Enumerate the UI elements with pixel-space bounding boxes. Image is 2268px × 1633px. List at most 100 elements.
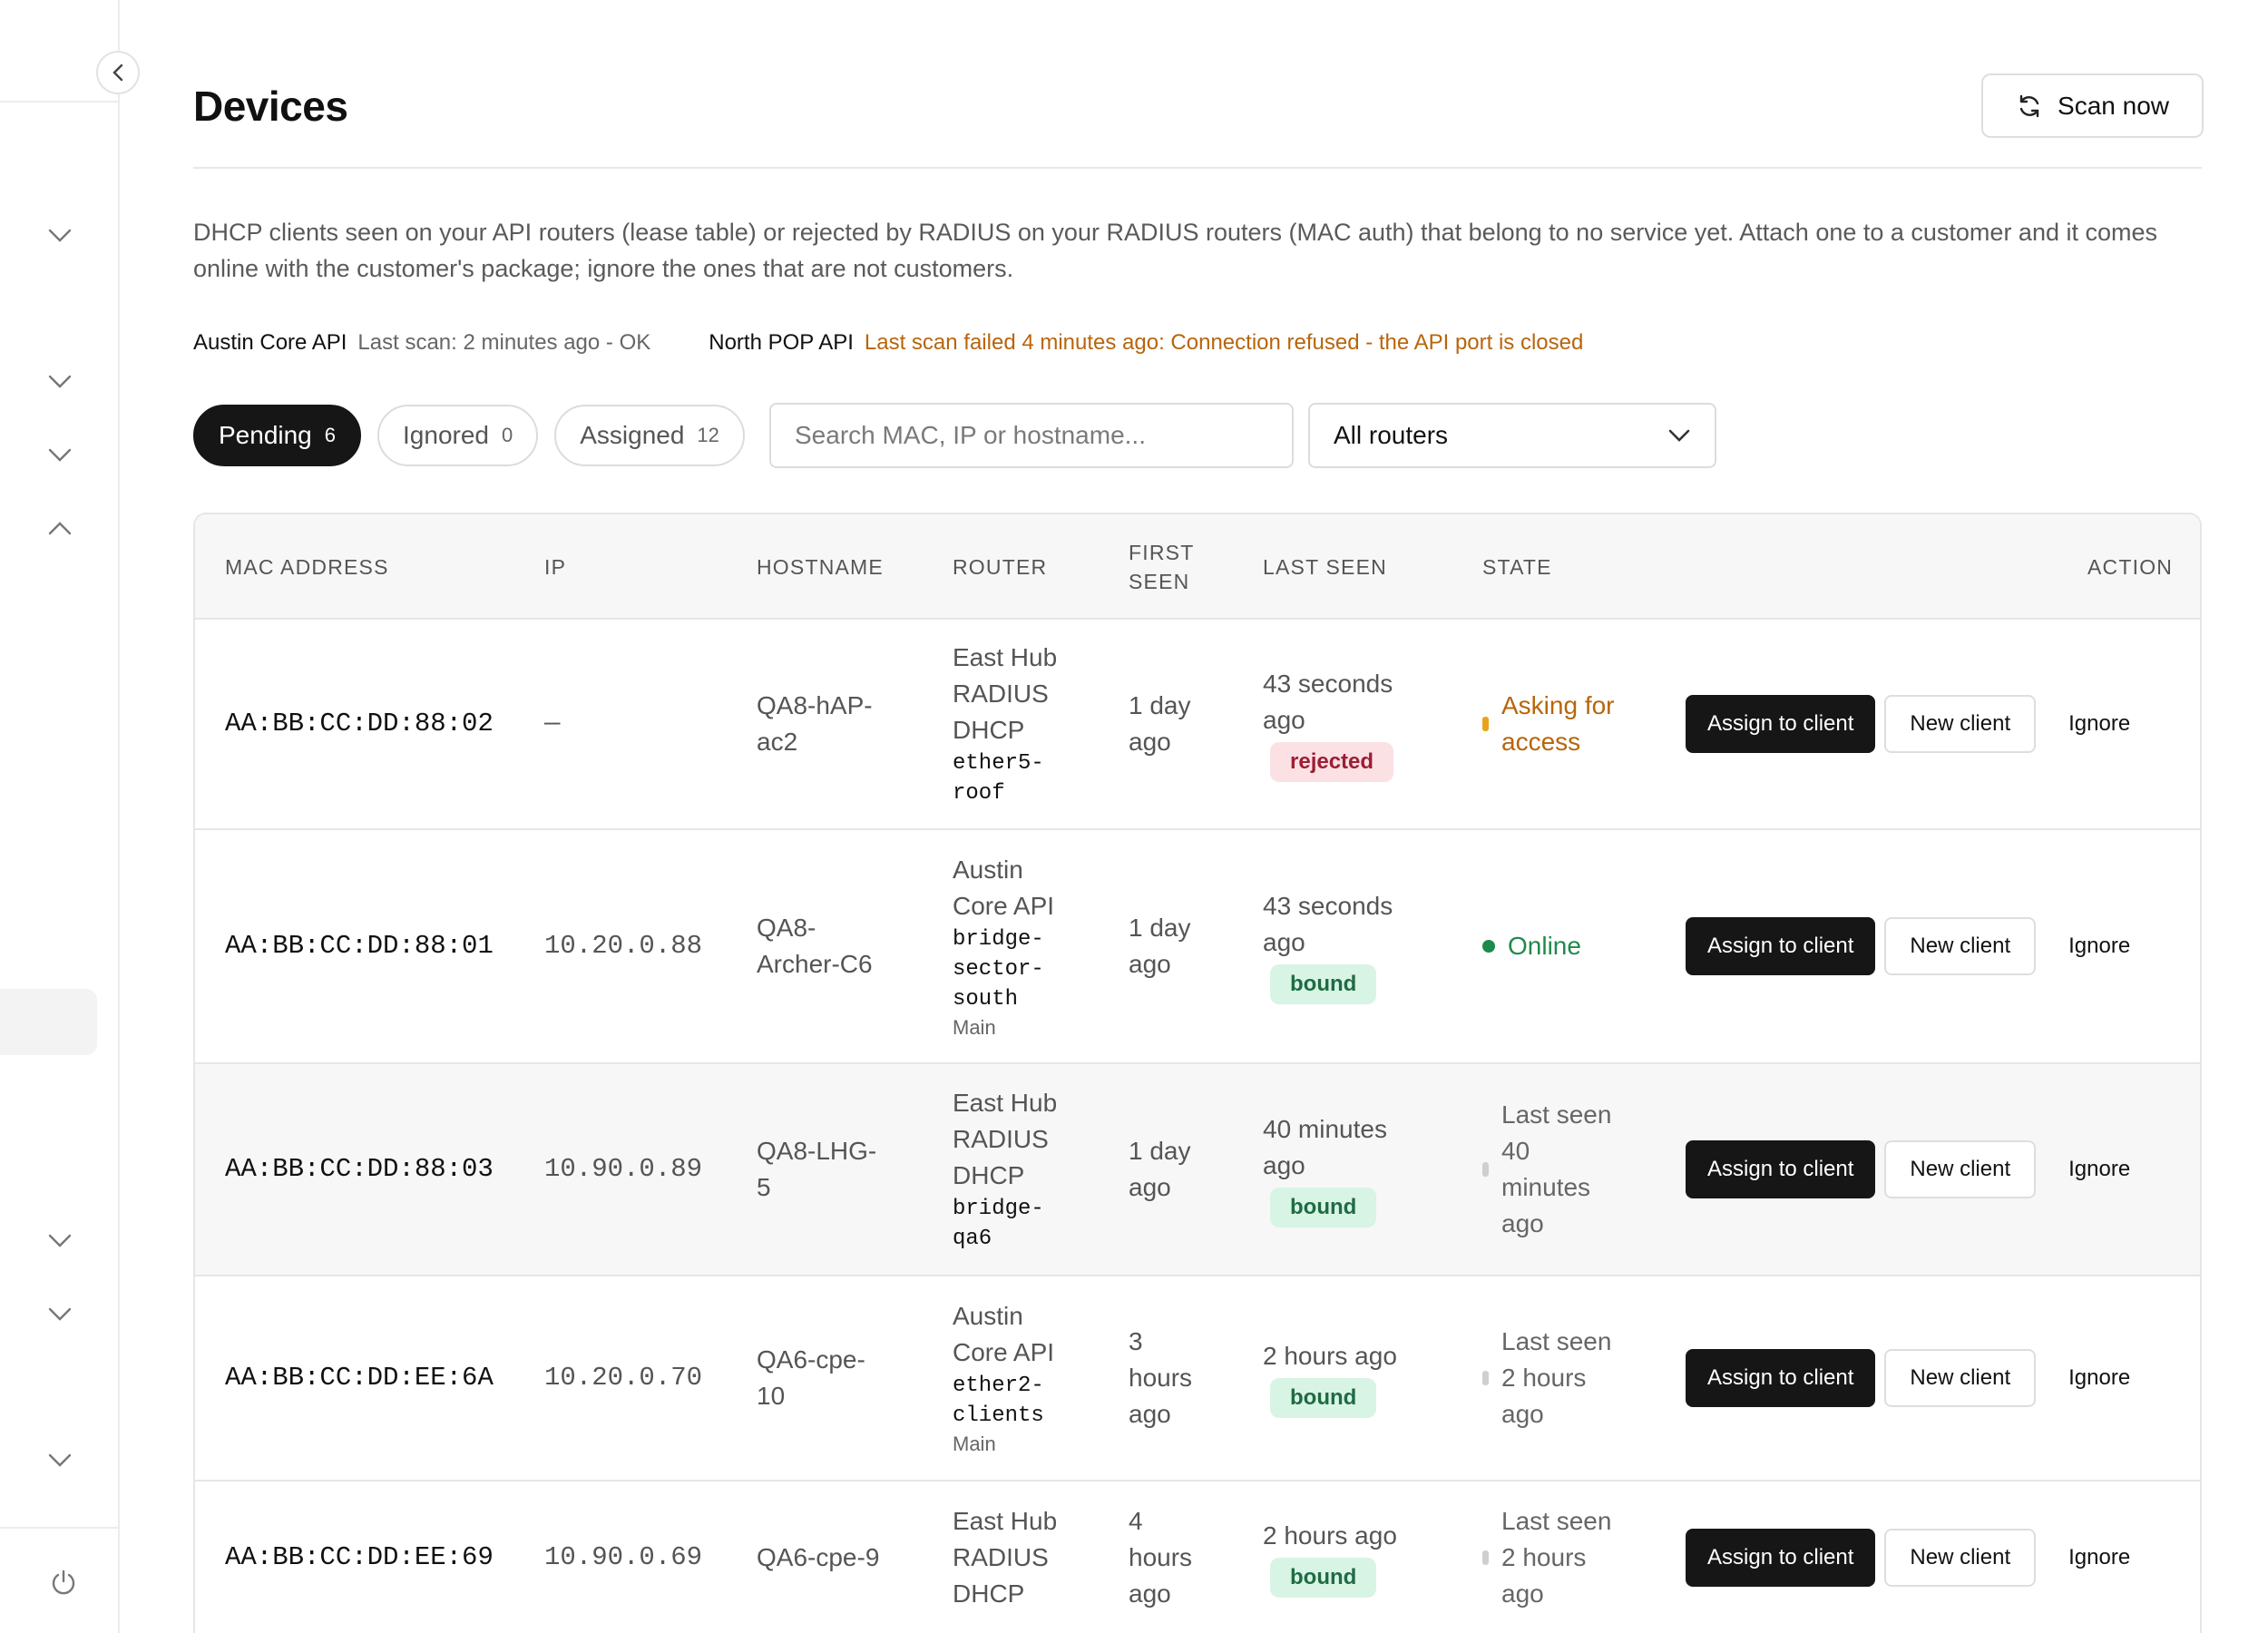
row-actions: Assign to client New client Ignore <box>1686 830 2130 1062</box>
last-seen-text: 2 hours ago <box>1263 1342 1397 1370</box>
chevron-down-icon[interactable] <box>44 366 76 398</box>
tab-ignored[interactable]: Ignored 0 <box>377 405 539 466</box>
interface-name: clients <box>953 1403 1044 1428</box>
column-header-first-seen[interactable]: FIRST SEEN <box>1129 514 1194 620</box>
router-name: North POP API <box>709 330 854 355</box>
last-seen-text: 43 seconds <box>1263 670 1393 698</box>
chevron-up-icon[interactable] <box>44 512 76 544</box>
first-seen-cell: 1 day ago <box>1129 620 1191 828</box>
state-line: 2 hours <box>1501 1543 1587 1571</box>
assign-to-client-button[interactable]: Assign to client <box>1686 695 1876 753</box>
chevron-down-icon[interactable] <box>44 1444 76 1477</box>
status-bar-icon <box>1482 1162 1489 1177</box>
router-cell: Austin Core API bridge-sector-south Main <box>953 830 1054 1062</box>
column-header-state[interactable]: STATE <box>1482 514 1552 620</box>
hostname-text: 10 <box>757 1382 786 1410</box>
router-filter-select[interactable]: All routers <box>1308 403 1716 468</box>
chevron-down-icon[interactable] <box>44 220 76 252</box>
ignore-button[interactable]: Ignore <box>2068 1365 2130 1391</box>
router-text: RADIUS <box>953 1543 1049 1571</box>
status-bar-icon <box>1482 717 1489 731</box>
state-line: access <box>1501 728 1581 756</box>
mac-address: AA:BB:CC:DD:88:02 <box>225 709 494 738</box>
router-note: Main <box>953 1433 996 1455</box>
column-header-router[interactable]: ROUTER <box>953 514 1047 620</box>
hostname-cell: QA6-cpe- 10 <box>757 1276 865 1480</box>
first-seen-cell: 1 day ago <box>1129 1064 1191 1275</box>
column-header-mac[interactable]: MAC ADDRESS <box>225 514 389 620</box>
tab-pending[interactable]: Pending 6 <box>193 405 362 466</box>
new-client-button[interactable]: New client <box>1884 1349 2037 1407</box>
state-line: Last seen <box>1501 1100 1612 1129</box>
mac-cell: AA:BB:CC:DD:EE:6A <box>225 1276 494 1480</box>
ignore-button[interactable]: Ignore <box>2068 1157 2130 1182</box>
scan-now-button[interactable]: Scan now <box>1981 73 2204 138</box>
hostname-text: QA6-cpe-9 <box>757 1543 880 1571</box>
state-line: 2 hours <box>1501 1364 1587 1392</box>
router-text: East Hub <box>953 1507 1058 1535</box>
mac-cell: AA:BB:CC:DD:88:02 <box>225 620 494 828</box>
scan-now-label: Scan now <box>2058 91 2169 120</box>
state-text: Last seen 40 minutes ago <box>1501 1097 1611 1242</box>
interface-name: qa6 <box>953 1227 992 1251</box>
ignore-button[interactable]: Ignore <box>2068 934 2130 959</box>
router-text: DHCP <box>953 716 1025 744</box>
sidebar-active-item[interactable] <box>0 989 97 1055</box>
state-cell: Last seen 40 minutes ago <box>1482 1064 1611 1275</box>
first-seen-cell: 1 day ago <box>1129 830 1191 1062</box>
first-seen-text: 3 <box>1129 1327 1143 1355</box>
chevron-down-icon[interactable] <box>44 1298 76 1331</box>
status-dot-icon <box>1482 940 1495 953</box>
ip-cell: 10.20.0.88 <box>544 830 702 1062</box>
router-text: Austin <box>953 855 1023 884</box>
hostname-cell: QA8- Archer-C6 <box>757 830 873 1062</box>
assign-to-client-button[interactable]: Assign to client <box>1686 1349 1876 1407</box>
row-actions: Assign to client New client Ignore <box>1686 620 2130 828</box>
state-line: 40 <box>1501 1137 1530 1165</box>
new-client-button[interactable]: New client <box>1884 917 2037 975</box>
router-cell: Austin Core API ether2- clients Main <box>953 1276 1054 1480</box>
power-icon[interactable] <box>47 1566 80 1599</box>
router-text: DHCP <box>953 1579 1025 1608</box>
new-client-button[interactable]: New client <box>1884 695 2037 753</box>
interface-name: bridge- <box>953 926 1044 952</box>
assign-to-client-button[interactable]: Assign to client <box>1686 917 1876 975</box>
refresh-icon <box>2019 94 2039 117</box>
last-seen-text: 2 hours ago <box>1263 1521 1397 1550</box>
ignore-button[interactable]: Ignore <box>2068 711 2130 737</box>
new-client-button[interactable]: New client <box>1884 1529 2037 1587</box>
search-input[interactable] <box>769 403 1294 468</box>
table-row: AA:BB:CC:DD:EE:6A 10.20.0.70 QA6-cpe- 10 Aus… <box>195 1276 2200 1481</box>
sidebar-collapse-button[interactable] <box>96 51 140 94</box>
router-name: Austin Core API <box>193 330 347 355</box>
column-header-last-seen[interactable]: LAST SEEN <box>1263 514 1387 620</box>
column-header-hostname[interactable]: HOSTNAME <box>757 514 884 620</box>
router-cell: East Hub RADIUS DHCP bridge-qa6 <box>953 1064 1057 1275</box>
first-seen-text: 1 day <box>1129 691 1191 719</box>
tab-count: 12 <box>697 424 719 446</box>
ip-cell: — <box>544 620 560 828</box>
column-header-ip[interactable]: IP <box>544 514 566 620</box>
first-seen-text: hours <box>1129 1364 1193 1392</box>
state-text: Online <box>1508 928 1581 964</box>
state-cell: Online <box>1482 830 1581 1062</box>
assign-to-client-button[interactable]: Assign to client <box>1686 1140 1876 1198</box>
last-seen-text: 43 seconds <box>1263 892 1393 920</box>
state-text: Asking for access <box>1501 688 1615 760</box>
new-client-button[interactable]: New client <box>1884 1140 2037 1198</box>
last-seen-text: ago <box>1263 1151 1305 1179</box>
ignore-button[interactable]: Ignore <box>2068 1545 2130 1570</box>
last-seen-text: 40 minutes <box>1263 1115 1387 1143</box>
router-text: DHCP <box>953 1161 1025 1189</box>
first-seen-text: 1 day <box>1129 914 1191 942</box>
chevron-down-icon[interactable] <box>44 1225 76 1257</box>
tab-label: Assigned <box>580 421 685 449</box>
tab-assigned[interactable]: Assigned 12 <box>554 405 745 466</box>
hostname-text: QA6-cpe- <box>757 1345 865 1374</box>
chevron-down-icon[interactable] <box>44 439 76 472</box>
interface-name: sector- <box>953 956 1044 982</box>
last-seen-cell: 43 seconds ago bound <box>1263 830 1393 1062</box>
assign-to-client-button[interactable]: Assign to client <box>1686 1529 1876 1587</box>
first-seen-text: ago <box>1129 950 1171 978</box>
status-badge: bound <box>1270 1188 1377 1227</box>
